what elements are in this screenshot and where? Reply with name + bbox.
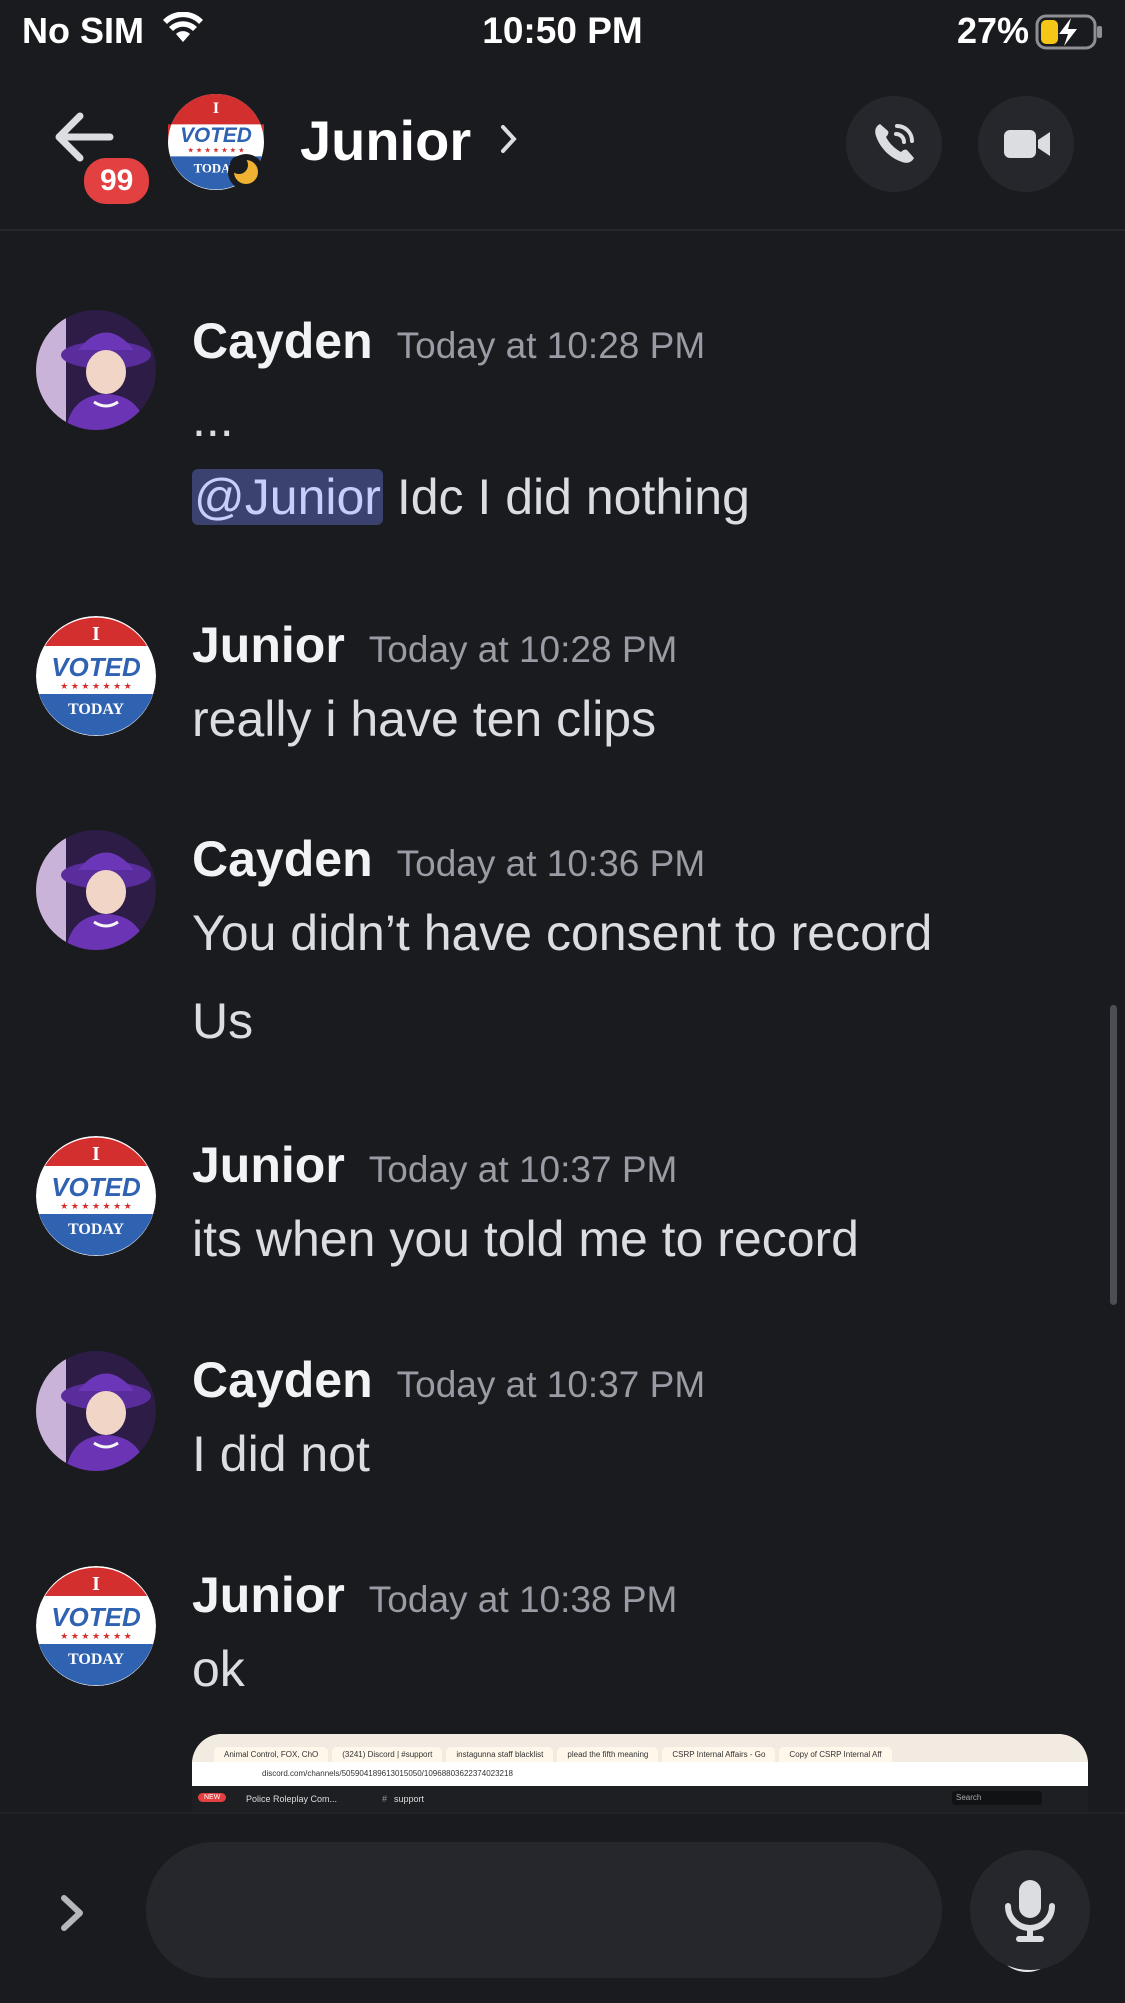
- svg-text:I: I: [92, 1143, 100, 1165]
- message-text: ...: [192, 391, 234, 447]
- message-header: Junior Today at 10:37 PM: [192, 1136, 677, 1194]
- browser-tab: plead the fifth meaning: [557, 1747, 659, 1762]
- browser-url: discord.com/channels/505904189613015050/…: [192, 1762, 1088, 1786]
- author-name[interactable]: Cayden: [192, 1352, 373, 1408]
- svg-text:I: I: [92, 623, 100, 645]
- svg-text:I: I: [92, 1573, 100, 1595]
- status-bar: No SIM 10:50 PM 27%: [0, 0, 1125, 62]
- message-group: Cayden Today at 10:28 PM ... @Junior Idc …: [0, 300, 1125, 560]
- svg-text:VOTED: VOTED: [51, 652, 141, 682]
- channel-name[interactable]: Junior: [300, 108, 471, 173]
- svg-text:★ ★ ★ ★ ★ ★ ★: ★ ★ ★ ★ ★ ★ ★: [60, 1201, 131, 1211]
- browser-tab: Copy of CSRP Internal Aff: [779, 1747, 892, 1762]
- user-avatar[interactable]: I VOTED ★ ★ ★ ★ ★ ★ ★ TODAY: [36, 1136, 156, 1256]
- video-call-button[interactable]: [978, 96, 1074, 192]
- message-timestamp: Today at 10:37 PM: [368, 1149, 678, 1190]
- queen-avatar-icon: [36, 830, 156, 950]
- svg-text:★ ★ ★ ★ ★ ★ ★: ★ ★ ★ ★ ★ ★ ★: [60, 681, 131, 691]
- author-name[interactable]: Cayden: [192, 831, 373, 887]
- discord-channel-bar: NEW Police Roleplay Com... # support Sea…: [192, 1786, 1088, 1814]
- message-text: ok: [192, 1641, 245, 1697]
- svg-text:VOTED: VOTED: [180, 124, 252, 147]
- user-mention[interactable]: @Junior: [192, 469, 383, 525]
- message-group: I VOTED ★ ★ ★ ★ ★ ★ ★ TODAY Junior Today …: [0, 616, 1125, 766]
- user-avatar[interactable]: I VOTED ★ ★ ★ ★ ★ ★ ★ TODAY: [36, 1566, 156, 1686]
- server-name: Police Roleplay Com...: [246, 1794, 338, 1804]
- video-camera-icon: [1004, 130, 1050, 158]
- battery-charging-icon: [1035, 14, 1105, 55]
- message-header: Cayden Today at 10:37 PM: [192, 1351, 705, 1409]
- author-name[interactable]: Junior: [192, 1567, 345, 1623]
- phone-call-icon: [875, 124, 914, 163]
- chevron-right-icon[interactable]: [500, 124, 518, 159]
- new-label: NEW: [198, 1793, 227, 1802]
- idle-status-icon: [228, 154, 264, 190]
- chevron-right-icon: [61, 1895, 83, 1931]
- message-input[interactable]: [146, 1842, 1060, 1978]
- expand-actions-button[interactable]: [60, 1894, 86, 1937]
- browser-tab: CSRP Internal Affairs - Go: [662, 1747, 776, 1762]
- browser-tab-strip: Animal Control, FOX, ChO (3241) Discord …: [192, 1734, 1088, 1762]
- message-text: really i have ten clips: [192, 691, 657, 747]
- hash-icon: #: [382, 1794, 388, 1804]
- chat-scrollbar[interactable]: [1110, 1005, 1117, 1305]
- unread-badge: 99: [80, 154, 154, 208]
- microphone-icon: [1005, 1880, 1055, 1942]
- channel-label: support: [394, 1794, 425, 1804]
- message-text: You didn’t have consent to record: [192, 905, 933, 961]
- user-avatar[interactable]: [36, 1351, 156, 1471]
- svg-text:I: I: [213, 100, 219, 117]
- queen-avatar-icon: [36, 1351, 156, 1471]
- image-attachment[interactable]: Animal Control, FOX, ChO (3241) Discord …: [192, 1734, 1088, 1814]
- message-timestamp: Today at 10:28 PM: [396, 325, 706, 366]
- message-header: Junior Today at 10:38 PM: [192, 1566, 677, 1624]
- svg-text:VOTED: VOTED: [51, 1172, 141, 1202]
- svg-text:★ ★ ★ ★ ★ ★ ★: ★ ★ ★ ★ ★ ★ ★: [187, 145, 244, 154]
- browser-tab: Animal Control, FOX, ChO: [214, 1747, 329, 1762]
- svg-text:TODAY: TODAY: [68, 1221, 124, 1238]
- search-box: Search: [952, 1791, 1042, 1805]
- battery-percent: 27%: [956, 10, 1029, 51]
- voted-sticker-icon: I VOTED ★ ★ ★ ★ ★ ★ ★ TODAY: [36, 1136, 156, 1256]
- message-group: I VOTED ★ ★ ★ ★ ★ ★ ★ TODAY Junior Today …: [0, 1136, 1125, 1286]
- message-header: Cayden Today at 10:36 PM: [192, 830, 705, 888]
- message-timestamp: Today at 10:28 PM: [368, 629, 678, 670]
- message-timestamp: Today at 10:37 PM: [396, 1364, 706, 1405]
- svg-text:★ ★ ★ ★ ★ ★ ★: ★ ★ ★ ★ ★ ★ ★: [60, 1631, 131, 1641]
- conversation-header: 99 I VOTED ★ ★ ★ ★ ★ ★ ★ TODAY Junior: [0, 62, 1125, 231]
- message-text: I did not: [192, 1426, 370, 1482]
- voted-sticker-icon: I VOTED ★ ★ ★ ★ ★ ★ ★ TODAY: [36, 1566, 156, 1686]
- user-avatar[interactable]: [36, 830, 156, 950]
- author-name[interactable]: Junior: [192, 617, 345, 673]
- browser-tab: instagunna staff blacklist: [446, 1747, 554, 1762]
- composer-bar: [0, 1812, 1125, 2003]
- message-text: @Junior Idc I did nothing: [192, 468, 750, 526]
- author-name[interactable]: Junior: [192, 1137, 345, 1193]
- user-avatar[interactable]: I VOTED ★ ★ ★ ★ ★ ★ ★ TODAY: [36, 616, 156, 736]
- message-header: Cayden Today at 10:28 PM: [192, 312, 705, 370]
- message-text: Us: [192, 993, 254, 1049]
- message-timestamp: Today at 10:38 PM: [368, 1579, 678, 1620]
- voice-call-button[interactable]: [846, 96, 942, 192]
- author-name[interactable]: Cayden: [192, 313, 373, 369]
- user-avatar[interactable]: [36, 310, 156, 430]
- message-header: Junior Today at 10:28 PM: [192, 616, 677, 674]
- queen-avatar-icon: [36, 310, 156, 430]
- svg-text:TODAY: TODAY: [68, 701, 124, 718]
- voice-message-button[interactable]: [970, 1850, 1090, 1970]
- svg-text:VOTED: VOTED: [51, 1602, 141, 1632]
- message-timestamp: Today at 10:36 PM: [396, 843, 706, 884]
- message-group: Cayden Today at 10:36 PM You didn’t have …: [0, 830, 1125, 1060]
- browser-tab: (3241) Discord | #support: [332, 1747, 443, 1762]
- message-text: its when you told me to record: [192, 1211, 859, 1267]
- svg-text:TODAY: TODAY: [68, 1651, 124, 1668]
- voted-sticker-icon: I VOTED ★ ★ ★ ★ ★ ★ ★ TODAY: [36, 616, 156, 736]
- message-group: I VOTED ★ ★ ★ ★ ★ ★ ★ TODAY Junior Today …: [0, 1566, 1125, 1716]
- message-group: Cayden Today at 10:37 PM I did not: [0, 1351, 1125, 1501]
- message-text-rest: Idc I did nothing: [382, 469, 750, 525]
